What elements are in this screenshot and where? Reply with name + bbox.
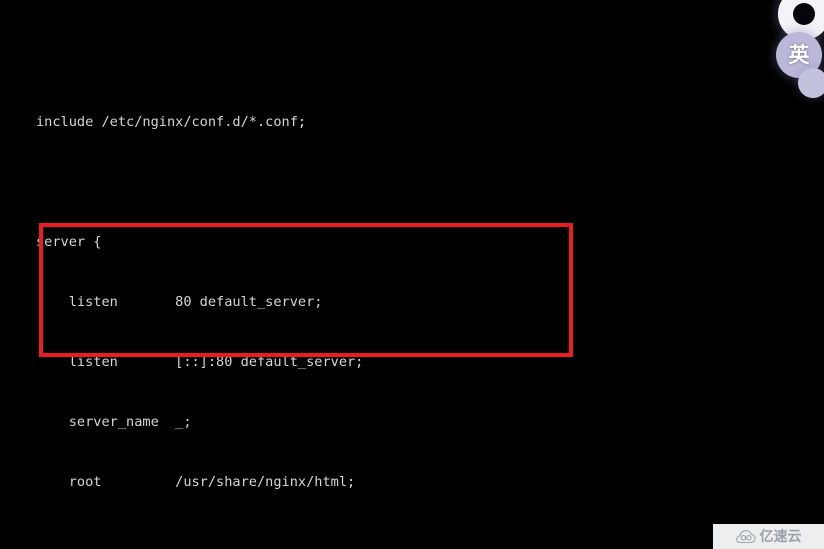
code-line: root /usr/share/nginx/html; <box>36 474 356 490</box>
nginx-config-text[interactable]: include /etc/nginx/conf.d/*.conf; server… <box>36 0 527 549</box>
cloud-logo-icon <box>735 529 756 543</box>
badge-tail-circle <box>798 68 824 98</box>
watermark-text: 亿速云 <box>759 528 802 545</box>
ime-language-glyph: 英 <box>788 42 810 67</box>
code-line: server { <box>36 234 102 250</box>
terminal-window[interactable]: include /etc/nginx/conf.d/*.conf; server… <box>0 0 824 549</box>
screenshot-root: include /etc/nginx/conf.d/*.conf; server… <box>0 0 824 549</box>
site-watermark: 亿速云 <box>713 524 824 549</box>
code-line: server_name _; <box>36 414 192 430</box>
floating-badge-stack: 英 <box>772 0 824 104</box>
code-line: listen [::]:80 default_server; <box>36 354 364 370</box>
code-line: include /etc/nginx/conf.d/*.conf; <box>36 114 307 130</box>
code-line: listen 80 default_server; <box>36 294 323 310</box>
